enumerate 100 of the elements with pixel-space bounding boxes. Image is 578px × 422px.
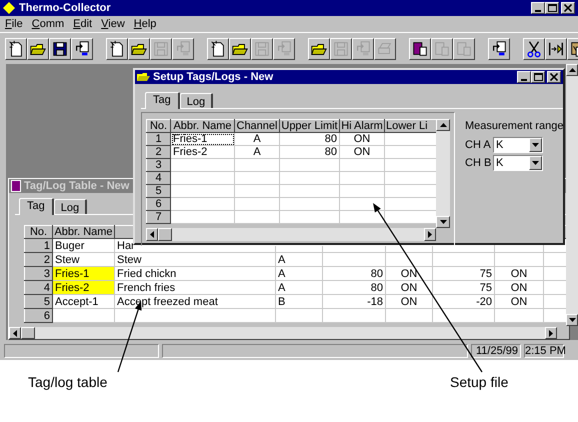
table-cell[interactable]: Fries-2 [170, 146, 234, 158]
menu-item[interactable]: View [101, 18, 125, 30]
scrollbar[interactable] [146, 228, 436, 241]
scroll-up-button[interactable] [436, 119, 450, 131]
column-header: No. [24, 226, 52, 238]
table-cell: ON [494, 280, 544, 294]
scroll-right-button[interactable] [545, 327, 557, 339]
scroll-up-button[interactable] [566, 64, 578, 76]
column-header: Abbr. Name [170, 120, 234, 132]
row-number: 1 [146, 132, 170, 146]
toolbar-button[interactable] [308, 38, 330, 60]
table-cell: -20 [432, 294, 494, 308]
folder-icon [137, 72, 150, 82]
toolbar-button[interactable] [207, 38, 229, 60]
window-title: Setup Tags/Logs - New [153, 71, 274, 83]
row-number: 3 [24, 266, 52, 280]
menu-item[interactable]: File [5, 18, 23, 30]
document-arrow-icon [490, 40, 508, 58]
book-icon [433, 40, 451, 58]
page-icon [209, 40, 227, 58]
left-arrow-icon [13, 330, 17, 336]
window-title: Thermo-Collector [19, 2, 111, 14]
minimize-button[interactable] [531, 2, 545, 14]
tab[interactable]: Tag [19, 198, 54, 215]
toolbar-button[interactable] [545, 38, 567, 60]
document-arrow-icon [275, 40, 293, 58]
toolbar-button[interactable] [523, 38, 545, 60]
document-arrow-icon [73, 40, 91, 58]
toolbar-button[interactable] [229, 38, 251, 60]
close-icon [550, 73, 558, 81]
table-cell: ON [494, 294, 544, 308]
table-cell: -18 [322, 294, 386, 308]
dropdown[interactable]: K [493, 155, 543, 171]
window-title: Tag/Log Table - New [24, 180, 130, 192]
scrollbar[interactable] [436, 119, 450, 228]
table-cell: ON [340, 132, 384, 146]
row-number: 7 [146, 210, 170, 224]
tab[interactable]: Tag [145, 92, 180, 109]
tab[interactable]: Log [54, 199, 88, 214]
toolbar-button[interactable] [409, 38, 431, 60]
table-cell: 80 [322, 266, 386, 280]
toolbar-button[interactable] [106, 38, 128, 60]
table-cell: ON [386, 294, 432, 308]
menu-item[interactable]: Edit [73, 18, 92, 30]
table-cell: 80 [280, 132, 340, 146]
toolbar-button[interactable] [27, 38, 49, 60]
scroll-down-button[interactable] [566, 314, 578, 326]
maximize-button[interactable] [531, 71, 545, 83]
down-arrow-icon [532, 161, 539, 165]
row-number: 3 [146, 158, 170, 172]
maximize-icon [534, 73, 542, 81]
column-header: Abbr. Name [52, 226, 114, 238]
menu-item[interactable]: Comm [32, 18, 64, 30]
toolbar-button[interactable] [488, 38, 510, 60]
table-cell[interactable]: Buger [52, 238, 114, 252]
toolbar-button[interactable] [5, 38, 27, 60]
scrollbar[interactable] [566, 64, 578, 326]
book-icon [411, 40, 429, 58]
table-cell: French fries [114, 280, 276, 294]
toolbar-button[interactable] [128, 38, 150, 60]
table-cell: 80 [322, 280, 386, 294]
annotation-label: Setup file [450, 374, 508, 390]
toolbar-button[interactable] [71, 38, 93, 60]
tab[interactable]: Log [180, 93, 214, 108]
page-icon [7, 40, 25, 58]
menu-item[interactable]: Help [134, 18, 156, 30]
table-cell[interactable]: Accept-1 [52, 294, 114, 308]
row-number: 4 [146, 172, 170, 184]
dropdown-button[interactable] [529, 138, 542, 152]
scroll-right-button[interactable] [424, 228, 436, 241]
scroll-left-button[interactable] [146, 228, 158, 241]
minimize-button[interactable] [517, 71, 531, 83]
close-button[interactable] [561, 2, 575, 14]
close-button[interactable] [547, 71, 561, 83]
toolbar-button[interactable] [49, 38, 71, 60]
field-label: CH B [465, 156, 490, 170]
table-cell: A [276, 280, 322, 294]
scroll-thumb[interactable] [21, 327, 35, 339]
table-cell: ON [340, 146, 384, 158]
column-header: Channel [234, 120, 280, 132]
down-arrow-icon [568, 318, 576, 322]
scrollbar[interactable] [9, 327, 557, 339]
scroll-thumb[interactable] [158, 228, 172, 241]
dropdown[interactable]: K [493, 137, 543, 153]
scroll-down-button[interactable] [436, 216, 450, 228]
table-cell[interactable]: Fries-1 [170, 132, 234, 146]
table-cell[interactable]: Fries-2 [52, 280, 114, 294]
table-cell[interactable]: Fries-1 [52, 266, 114, 280]
table-cell: A [234, 132, 280, 146]
document-arrow-icon [354, 40, 372, 58]
scroll-left-button[interactable] [9, 327, 21, 339]
table-cell: A [234, 146, 280, 158]
maximize-button[interactable] [545, 2, 559, 14]
row-number: 6 [146, 198, 170, 210]
column-header: No. [146, 120, 170, 132]
table-cell: Fried chickn [114, 266, 276, 280]
column-header: Upper Limit [280, 120, 340, 132]
row-number: 6 [24, 308, 52, 322]
dropdown-button[interactable] [529, 156, 542, 170]
table-cell: A [276, 266, 322, 280]
